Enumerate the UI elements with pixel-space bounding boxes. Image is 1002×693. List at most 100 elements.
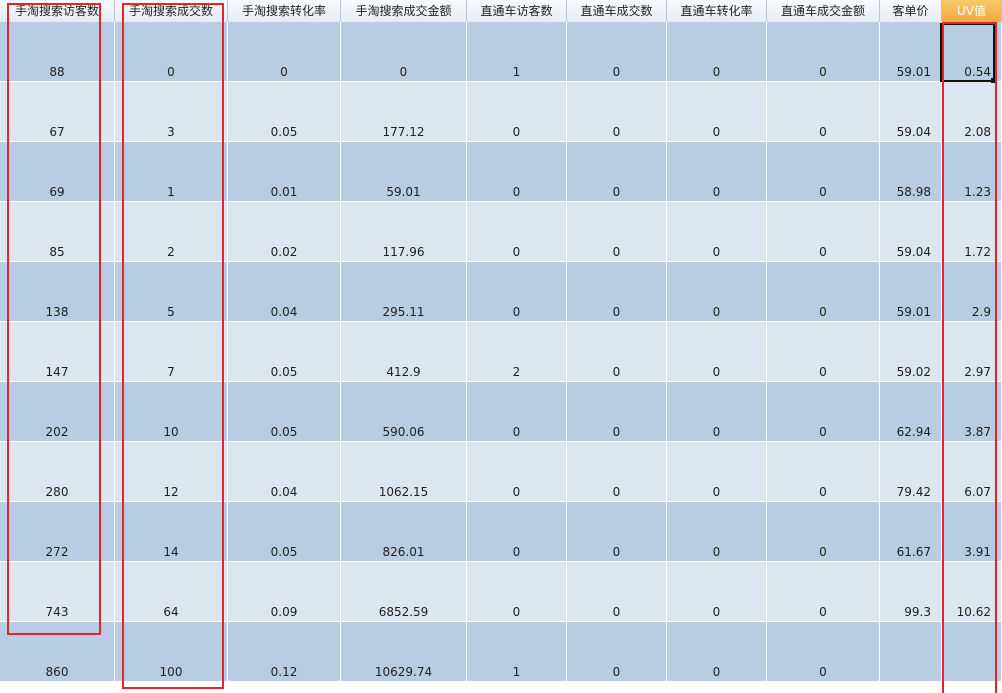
table-cell[interactable]: 0 — [667, 442, 767, 501]
table-cell[interactable]: 0 — [567, 502, 667, 561]
table-cell[interactable]: 59.04 — [880, 82, 942, 141]
table-cell[interactable]: 62.94 — [880, 382, 942, 441]
table-cell[interactable]: 0 — [467, 202, 567, 261]
table-cell[interactable]: 280 — [0, 442, 115, 501]
table-cell[interactable]: 177.12 — [341, 82, 467, 141]
table-cell[interactable]: 0 — [228, 22, 341, 81]
table-cell[interactable]: 7 — [115, 322, 228, 381]
table-cell[interactable]: 0 — [667, 202, 767, 261]
table-cell[interactable]: 0 — [567, 382, 667, 441]
table-cell[interactable]: 0 — [467, 382, 567, 441]
table-cell[interactable]: 64 — [115, 562, 228, 621]
column-header-6[interactable]: 直通车转化率 — [667, 0, 767, 22]
table-cell[interactable] — [880, 622, 942, 681]
table-cell[interactable]: 1062.15 — [341, 442, 467, 501]
table-cell[interactable]: 0.01 — [228, 142, 341, 201]
table-cell[interactable]: 1 — [467, 622, 567, 681]
table-cell[interactable]: 0 — [667, 82, 767, 141]
table-cell[interactable]: 0.05 — [228, 322, 341, 381]
table-cell[interactable]: 1 — [467, 22, 567, 81]
table-cell[interactable]: 2 — [467, 322, 567, 381]
table-cell[interactable]: 0 — [767, 322, 880, 381]
table-cell[interactable]: 2.9 — [942, 262, 1002, 321]
table-cell[interactable]: 0 — [115, 22, 228, 81]
table-cell[interactable]: 69 — [0, 142, 115, 201]
table-cell[interactable]: 59.04 — [880, 202, 942, 261]
table-cell[interactable]: 6852.59 — [341, 562, 467, 621]
table-cell[interactable]: 0 — [767, 82, 880, 141]
table-cell[interactable]: 138 — [0, 262, 115, 321]
table-cell[interactable]: 59.01 — [341, 142, 467, 201]
table-cell[interactable]: 0 — [567, 442, 667, 501]
table-cell[interactable]: 67 — [0, 82, 115, 141]
table-cell[interactable]: 590.06 — [341, 382, 467, 441]
table-cell[interactable]: 0 — [767, 622, 880, 681]
table-cell[interactable]: 0 — [467, 502, 567, 561]
table-cell[interactable]: 0.04 — [228, 442, 341, 501]
table-cell[interactable]: 3 — [115, 82, 228, 141]
table-cell[interactable]: 58.98 — [880, 142, 942, 201]
table-cell[interactable]: 0 — [467, 442, 567, 501]
table-cell[interactable]: 0 — [567, 562, 667, 621]
table-cell[interactable]: 0.54 — [942, 22, 1002, 81]
table-cell[interactable]: 12 — [115, 442, 228, 501]
column-header-9[interactable]: UV值 — [942, 0, 1002, 22]
table-cell[interactable]: 59.02 — [880, 322, 942, 381]
table-cell[interactable]: 272 — [0, 502, 115, 561]
table-cell[interactable]: 85 — [0, 202, 115, 261]
table-cell[interactable]: 0 — [567, 622, 667, 681]
table-cell[interactable]: 0 — [467, 262, 567, 321]
table-cell[interactable]: 0 — [467, 562, 567, 621]
column-header-7[interactable]: 直通车成交金额 — [767, 0, 880, 22]
table-cell[interactable]: 0 — [767, 562, 880, 621]
table-cell[interactable]: 412.9 — [341, 322, 467, 381]
table-cell[interactable] — [942, 622, 1002, 681]
table-cell[interactable]: 0.05 — [228, 502, 341, 561]
table-cell[interactable]: 3.87 — [942, 382, 1002, 441]
table-cell[interactable]: 0.05 — [228, 382, 341, 441]
table-cell[interactable]: 0 — [667, 262, 767, 321]
table-cell[interactable]: 79.42 — [880, 442, 942, 501]
column-header-4[interactable]: 直通车访客数 — [467, 0, 567, 22]
table-cell[interactable]: 0 — [767, 442, 880, 501]
table-cell[interactable]: 0.05 — [228, 82, 341, 141]
table-cell[interactable]: 0 — [667, 562, 767, 621]
table-cell[interactable]: 860 — [0, 622, 115, 681]
table-cell[interactable]: 88 — [0, 22, 115, 81]
fill-handle[interactable] — [991, 78, 996, 83]
table-cell[interactable]: 2.08 — [942, 82, 1002, 141]
table-cell[interactable]: 0 — [341, 22, 467, 81]
table-cell[interactable]: 6.07 — [942, 442, 1002, 501]
table-cell[interactable]: 14 — [115, 502, 228, 561]
table-cell[interactable]: 0 — [667, 502, 767, 561]
table-cell[interactable]: 0 — [467, 82, 567, 141]
table-cell[interactable]: 0 — [767, 262, 880, 321]
table-cell[interactable]: 202 — [0, 382, 115, 441]
table-cell[interactable]: 826.01 — [341, 502, 467, 561]
table-cell[interactable]: 0 — [567, 82, 667, 141]
table-cell[interactable]: 0 — [567, 142, 667, 201]
table-cell[interactable]: 59.01 — [880, 22, 942, 81]
table-cell[interactable]: 1.23 — [942, 142, 1002, 201]
table-cell[interactable]: 100 — [115, 622, 228, 681]
table-cell[interactable]: 1.72 — [942, 202, 1002, 261]
table-cell[interactable]: 0 — [567, 202, 667, 261]
table-cell[interactable]: 0 — [667, 382, 767, 441]
column-header-1[interactable]: 手淘搜索成交数 — [115, 0, 228, 22]
table-cell[interactable]: 0 — [667, 142, 767, 201]
table-cell[interactable]: 0.12 — [228, 622, 341, 681]
table-cell[interactable]: 2.97 — [942, 322, 1002, 381]
table-cell[interactable]: 0 — [467, 142, 567, 201]
table-cell[interactable]: 0 — [667, 22, 767, 81]
table-cell[interactable]: 10.62 — [942, 562, 1002, 621]
table-cell[interactable]: 0 — [767, 502, 880, 561]
table-cell[interactable]: 1 — [115, 142, 228, 201]
table-cell[interactable]: 0 — [767, 202, 880, 261]
table-cell[interactable]: 295.11 — [341, 262, 467, 321]
table-cell[interactable]: 0 — [567, 22, 667, 81]
table-cell[interactable]: 5 — [115, 262, 228, 321]
column-header-0[interactable]: 手淘搜索访客数 — [0, 0, 115, 22]
table-cell[interactable]: 2 — [115, 202, 228, 261]
column-header-8[interactable]: 客单价 — [880, 0, 942, 22]
table-cell[interactable]: 0 — [567, 322, 667, 381]
